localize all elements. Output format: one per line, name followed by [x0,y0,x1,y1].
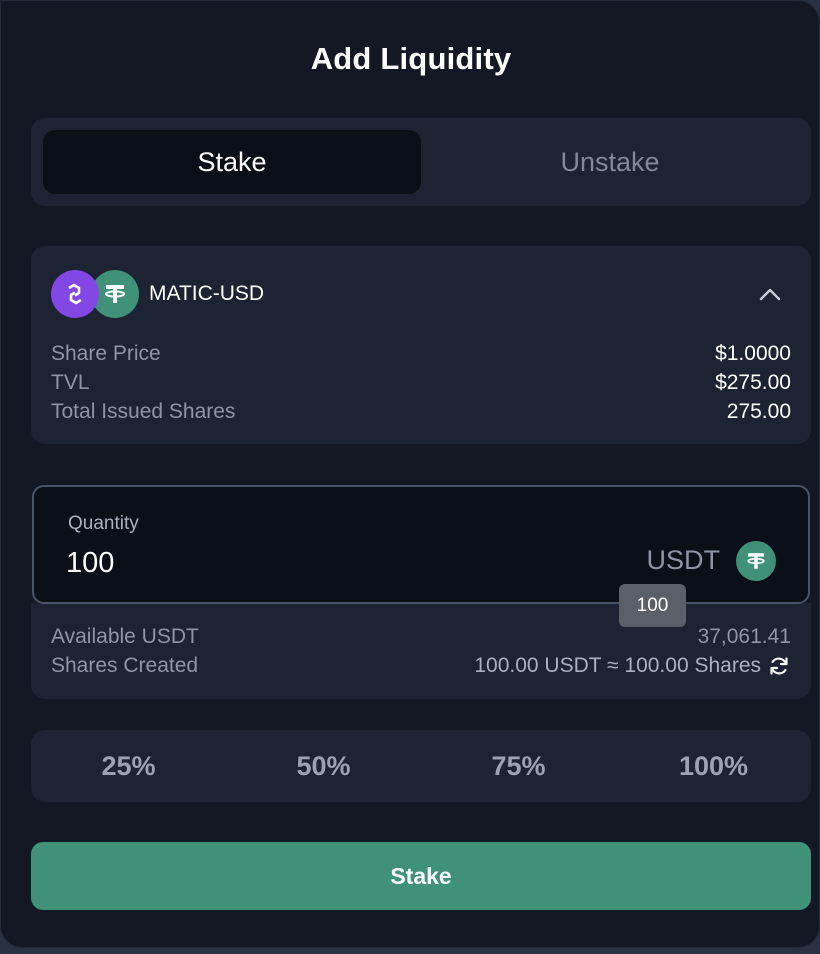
percent-selector: 25% 50% 75% 100% [31,730,811,802]
stat-value: $275.00 [715,371,791,394]
stat-tvl: TVL $275.00 [51,371,791,395]
stat-value: 275.00 [726,400,791,423]
shares-row: Shares Created 100.00 USDT ≈ 100.00 Shar… [51,654,791,678]
stat-share-price: Share Price $1.0000 [51,342,791,366]
stat-label: Share Price [51,342,161,365]
stake-button[interactable]: Stake [31,842,811,910]
tab-stake[interactable]: Stake [43,130,421,194]
stat-label: Total Issued Shares [51,400,236,423]
quantity-tooltip: 100 [619,584,686,627]
matic-icon [51,270,99,318]
tab-unstake[interactable]: Unstake [421,130,799,194]
pair-name: MATIC-USD [149,282,265,305]
quantity-label: Quantity [68,513,139,534]
quantity-input[interactable] [66,543,586,583]
stat-value: $1.0000 [715,342,791,365]
quantity-unit: USDT [646,545,721,575]
pool-card: MATIC-USD Share Price $1.0000 TVL $275.0… [31,246,811,444]
shares-value-group: 100.00 USDT ≈ 100.00 Shares [474,654,791,678]
modal-title: Add Liquidity [310,41,512,76]
quantity-field[interactable]: Quantity USDT [32,485,810,604]
stake-info-panel: Available USDT 37,061.41 Shares Created … [31,603,811,699]
pool-header[interactable]: MATIC-USD [51,270,791,318]
stat-label: TVL [51,371,90,394]
percent-50-button[interactable]: 50% [226,730,421,802]
available-value: 37,061.41 [697,625,791,648]
available-row: Available USDT 37,061.41 [51,625,791,649]
shares-label: Shares Created [51,654,199,677]
refresh-icon[interactable] [767,654,791,678]
chevron-up-icon[interactable] [757,282,783,308]
add-liquidity-modal: Add Liquidity Stake Unstake MATIC-USD Sh… [0,0,820,948]
percent-75-button[interactable]: 75% [421,730,616,802]
percent-25-button[interactable]: 25% [31,730,226,802]
available-label: Available USDT [51,625,199,648]
usdt-icon [736,541,776,581]
percent-100-button[interactable]: 100% [616,730,811,802]
shares-value: 100.00 USDT ≈ 100.00 Shares [474,654,761,677]
stake-unstake-tabs: Stake Unstake [31,118,811,206]
stat-total-shares: Total Issued Shares 275.00 [51,400,791,424]
